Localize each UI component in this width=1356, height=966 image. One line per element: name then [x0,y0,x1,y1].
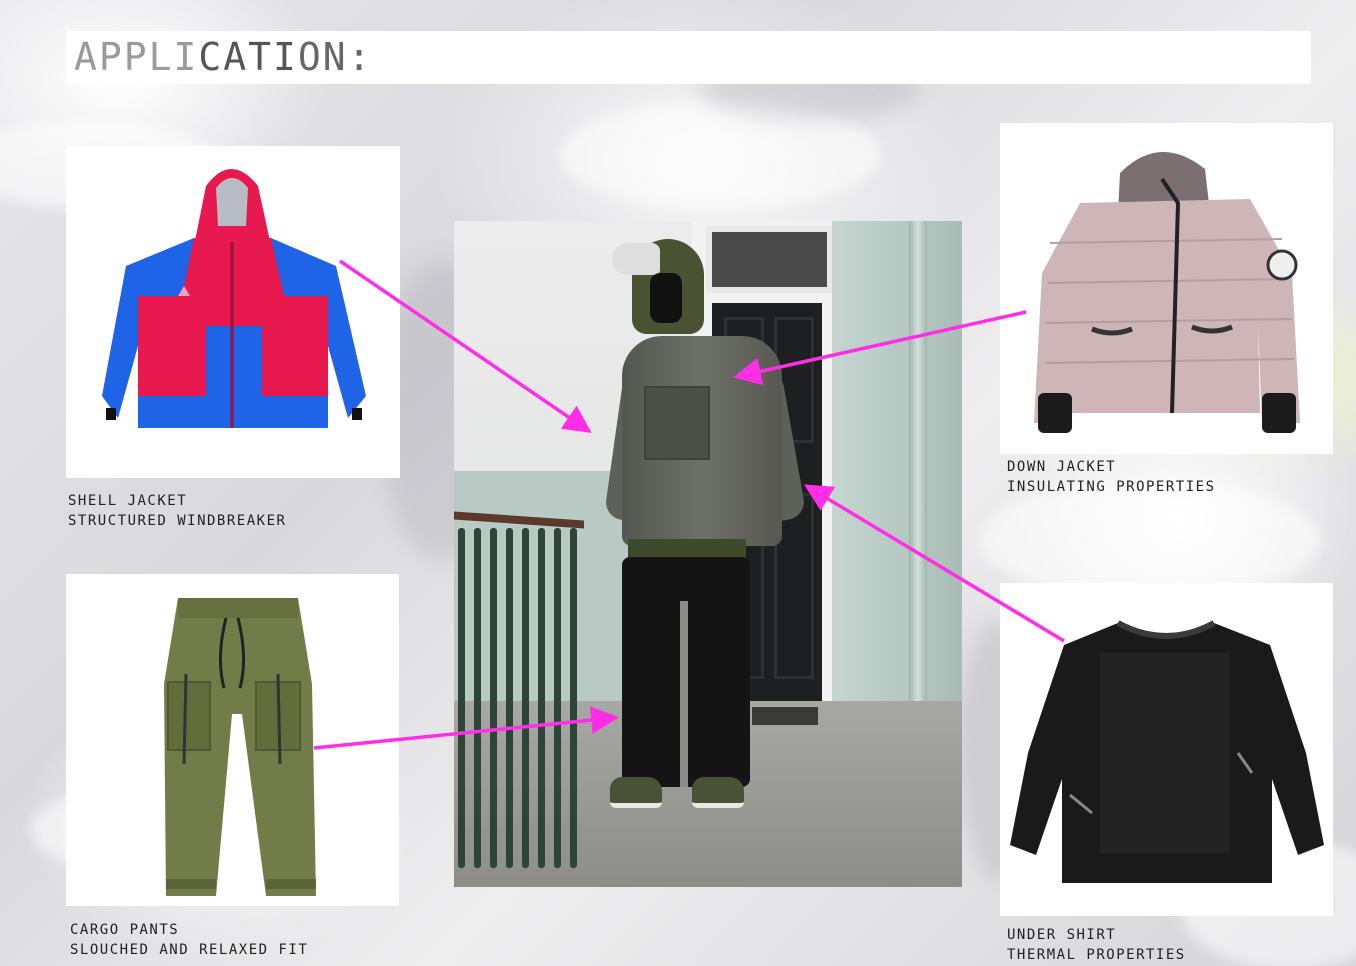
baluster [538,528,545,868]
under-shirt-image [1010,620,1324,883]
page-title: APPLICATION: [74,35,373,79]
shell-jacket-image [102,169,366,428]
baluster [570,528,577,868]
title-part-dark: CATI [198,35,298,79]
shell-jacket-caption: SHELL JACKET STRUCTURED WINDBREAKER [68,491,286,531]
cargo-pants-desc: SLOUCHED AND RELAXED FIT [70,942,309,958]
under-shirt-card [1000,583,1333,916]
cargo-pants-card [66,574,399,906]
baluster [474,528,481,868]
fold-highlight [980,480,1320,600]
photo-doormat [752,707,818,725]
under-shirt-caption: UNDER SHIRT THERMAL PROPERTIES [1007,925,1186,965]
shell-jacket-name: SHELL JACKET [68,493,188,509]
baluster [506,528,513,868]
photo-transom [706,226,833,293]
shell-jacket-card [66,146,400,478]
cargo-pants-name: CARGO PANTS [70,922,180,938]
shell-jacket-desc: STRUCTURED WINDBREAKER [68,513,287,529]
down-jacket-image [1034,151,1300,433]
down-jacket-caption: DOWN JACKET INSULATING PROPERTIES [1007,457,1216,497]
down-jacket-card [1000,123,1333,454]
pants-gap [680,601,688,787]
under-shirt-desc: THERMAL PROPERTIES [1007,947,1186,963]
baluster [490,528,497,868]
title-bar: APPLICATION: [66,31,1311,84]
model-mask [650,273,682,323]
cargo-pants-caption: CARGO PANTS SLOUCHED AND RELAXED FIT [70,920,308,960]
model-photo [454,221,962,887]
baluster [522,528,529,868]
title-part-light: APPLI [74,35,199,79]
model-hair [612,243,660,275]
down-jacket-desc: INSULATING PROPERTIES [1007,479,1216,495]
cargo-pants-image [164,598,316,896]
jacket-pocket [644,386,710,460]
down-jacket-name: DOWN JACKET [1007,459,1117,475]
model-shoe-right [692,777,744,808]
under-shirt-name: UNDER SHIRT [1007,927,1117,943]
photo-railing [454,511,584,876]
baluster [554,528,561,868]
model-shoe-left [610,777,662,808]
baluster [458,528,465,868]
title-part-light-end: ON: [297,35,373,79]
